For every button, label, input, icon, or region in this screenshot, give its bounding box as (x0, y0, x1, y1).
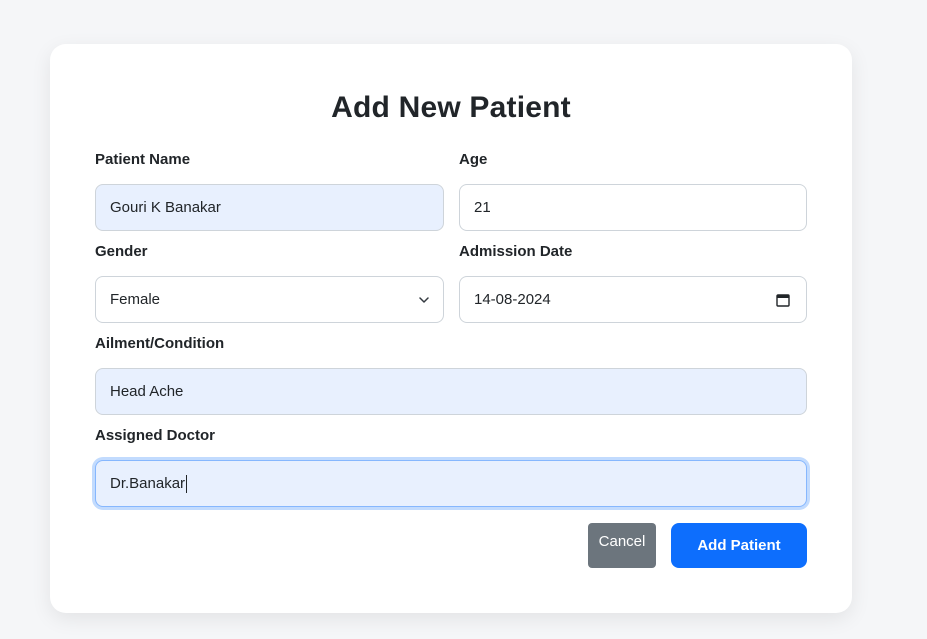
add-patient-card: Add New Patient Patient Name Gouri K Ban… (50, 44, 852, 613)
calendar-icon[interactable] (776, 293, 790, 307)
admission-date-label: Admission Date (459, 243, 573, 260)
doctor-input[interactable]: Dr.Banakar (95, 460, 807, 507)
doctor-group: Assigned Doctor Dr.Banakar (95, 426, 807, 507)
admission-date-input[interactable]: 14-08-2024 (459, 276, 807, 323)
gender-label: Gender (95, 243, 148, 260)
patient-name-value: Gouri K Banakar (110, 199, 221, 216)
text-caret (186, 474, 188, 493)
ailment-value: Head Ache (110, 383, 184, 400)
doctor-value: Dr.Banakar (110, 475, 186, 492)
patient-name-input[interactable]: Gouri K Banakar (95, 184, 444, 231)
add-patient-button[interactable]: Add Patient (671, 523, 807, 568)
ailment-label: Ailment/Condition (95, 335, 225, 352)
cancel-button[interactable]: Cancel (588, 523, 656, 568)
age-input[interactable]: 21 (459, 184, 807, 231)
admission-date-group: Admission Date 14-08-2024 (459, 242, 807, 323)
gender-group: Gender Female (95, 242, 444, 323)
age-group: Age 21 (459, 150, 807, 231)
ailment-input[interactable]: Head Ache (95, 368, 807, 415)
gender-value: Female (110, 291, 161, 308)
patient-name-label: Patient Name (95, 151, 191, 168)
ailment-group: Ailment/Condition Head Ache (95, 334, 807, 415)
age-value: 21 (474, 199, 491, 216)
doctor-label: Assigned Doctor (95, 427, 216, 444)
patient-name-group: Patient Name Gouri K Banakar (95, 150, 444, 231)
admission-date-value: 14-08-2024 (474, 291, 551, 308)
page-title: Add New Patient (331, 91, 571, 124)
chevron-down-icon (419, 296, 429, 303)
age-label: Age (459, 151, 488, 168)
gender-select[interactable]: Female (95, 276, 444, 323)
